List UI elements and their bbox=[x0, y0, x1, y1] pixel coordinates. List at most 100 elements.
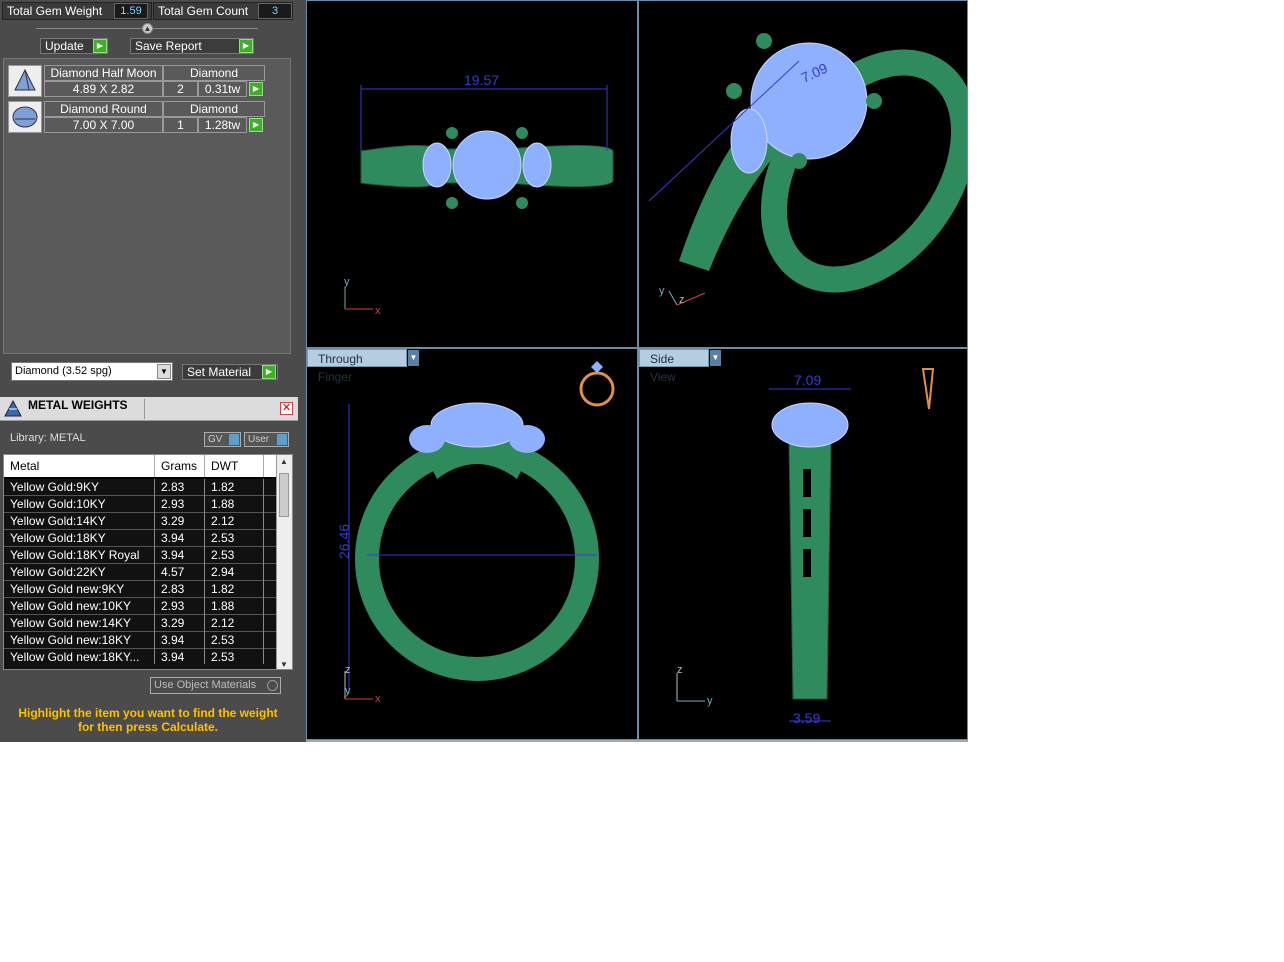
splitter[interactable] bbox=[298, 0, 306, 742]
metal-weights-header: METAL WEIGHTS bbox=[0, 397, 298, 421]
gem-weight[interactable]: 0.31tw bbox=[198, 81, 247, 97]
dwt-cell: 1.82 bbox=[205, 581, 264, 598]
dwt-cell: 2.53 bbox=[205, 547, 264, 564]
grams-cell: 4.57 bbox=[155, 564, 205, 581]
gem-play-icon[interactable]: ▶ bbox=[249, 118, 263, 132]
set-material-play-icon[interactable]: ▶ bbox=[262, 365, 276, 379]
round-gem-icon[interactable] bbox=[8, 101, 42, 133]
viewport-side[interactable]: 7.09 3.59 z y Side View ▼ bbox=[638, 348, 968, 740]
close-icon[interactable]: ✕ bbox=[280, 402, 293, 415]
table-header: Metal Grams DWT bbox=[4, 455, 276, 477]
axis-label: x bbox=[375, 305, 381, 317]
axis-label: z bbox=[679, 294, 685, 306]
table-row[interactable]: Yellow Gold:9KY 2.83 1.82 bbox=[4, 479, 276, 496]
total-gem-count-value: 3 bbox=[258, 3, 292, 19]
half-moon-gem-icon[interactable] bbox=[8, 65, 42, 97]
dwt-cell: 1.88 bbox=[205, 598, 264, 615]
grams-cell: 2.83 bbox=[155, 581, 205, 598]
gem-material[interactable]: Diamond bbox=[163, 65, 265, 81]
axis-label: y bbox=[707, 695, 713, 707]
use-object-materials-checkbox[interactable]: Use Object Materials bbox=[150, 677, 281, 694]
table-row[interactable]: Yellow Gold:18KY Royal 3.94 2.53 bbox=[4, 547, 276, 564]
view-label-side[interactable]: Side View bbox=[639, 349, 709, 384]
table-row[interactable]: Yellow Gold:18KY 3.94 2.53 bbox=[4, 530, 276, 547]
table-row[interactable]: Yellow Gold:22KY 4.57 2.94 bbox=[4, 564, 276, 581]
dwt-cell: 2.94 bbox=[205, 564, 264, 581]
scroll-thumb[interactable] bbox=[279, 473, 289, 517]
grams-cell: 3.94 bbox=[155, 632, 205, 649]
update-play-icon[interactable]: ▶ bbox=[93, 39, 107, 53]
table-row[interactable]: Yellow Gold new:14KY 3.29 2.12 bbox=[4, 615, 276, 632]
side-dimension-top: 7.09 bbox=[794, 372, 821, 388]
view-label-through-finger[interactable]: Through Finger bbox=[307, 349, 407, 384]
gem-size[interactable]: 4.89 X 2.82 bbox=[44, 81, 163, 97]
gem-material[interactable]: Diamond bbox=[163, 101, 265, 117]
header-divider bbox=[144, 399, 145, 419]
chevron-down-icon[interactable]: ▼ bbox=[408, 350, 419, 366]
perspective-view-render: 7.09 y z bbox=[648, 33, 967, 306]
material-select-value: Diamond (3.52 spg) bbox=[15, 365, 112, 377]
save-report-button[interactable]: Save Report bbox=[130, 38, 254, 54]
viewport-top[interactable]: 19.57 y x bbox=[306, 0, 638, 348]
gem-play-icon[interactable]: ▶ bbox=[249, 82, 263, 96]
chevron-down-icon[interactable]: ▼ bbox=[157, 364, 171, 379]
library-label: Library: METAL bbox=[10, 432, 86, 444]
user-label: User bbox=[248, 434, 270, 445]
scroll-down-icon[interactable]: ▼ bbox=[280, 660, 288, 669]
top-dimension: 19.57 bbox=[464, 72, 499, 88]
save-report-play-icon[interactable]: ▶ bbox=[239, 39, 253, 53]
update-label: Update bbox=[45, 39, 84, 53]
gem-name[interactable]: Diamond Half Moon bbox=[44, 65, 163, 81]
table-scrollbar[interactable]: ▲ ▼ bbox=[276, 455, 292, 669]
gem-name[interactable]: Diamond Round bbox=[44, 101, 163, 117]
gem-panel: Total Gem Weight 1.59 Total Gem Count 3 … bbox=[0, 0, 300, 742]
collapse-icon[interactable]: ▲ bbox=[142, 23, 153, 34]
front-view-render: 26.46 z y x bbox=[336, 361, 615, 705]
toggle-indicator-icon bbox=[277, 434, 287, 445]
metal-name-cell: Yellow Gold:14KY bbox=[4, 513, 155, 530]
gem-size[interactable]: 7.00 X 7.00 bbox=[44, 117, 163, 133]
scroll-up-icon[interactable]: ▲ bbox=[280, 457, 288, 466]
user-toggle[interactable]: User bbox=[244, 432, 289, 447]
column-header-dwt[interactable]: DWT bbox=[205, 455, 264, 477]
table-row[interactable]: Yellow Gold new:10KY 2.93 1.88 bbox=[4, 598, 276, 615]
table-row[interactable]: Yellow Gold new:9KY 2.83 1.82 bbox=[4, 581, 276, 598]
table-row[interactable]: Yellow Gold:10KY 2.93 1.88 bbox=[4, 496, 276, 513]
gv-toggle[interactable]: GV bbox=[204, 432, 241, 447]
metal-name-cell: Yellow Gold new:10KY bbox=[4, 598, 155, 615]
use-object-materials-label: Use Object Materials bbox=[154, 679, 257, 691]
radio-icon[interactable] bbox=[267, 680, 278, 691]
material-select[interactable]: Diamond (3.52 spg) ▼ bbox=[11, 362, 173, 381]
table-row[interactable]: Yellow Gold:14KY 3.29 2.12 bbox=[4, 513, 276, 530]
gv-label: GV bbox=[208, 434, 223, 445]
gem-weight[interactable]: 1.28tw bbox=[198, 117, 247, 133]
save-report-label: Save Report bbox=[135, 39, 202, 53]
total-gem-weight-value: 1.59 bbox=[114, 3, 148, 19]
gem-count[interactable]: 2 bbox=[163, 81, 198, 97]
grams-cell: 3.94 bbox=[155, 547, 205, 564]
gem-count[interactable]: 1 bbox=[163, 117, 198, 133]
viewport-perspective[interactable]: 7.09 y z bbox=[638, 0, 968, 348]
dwt-cell: 2.12 bbox=[205, 615, 264, 632]
column-header-metal[interactable]: Metal bbox=[4, 455, 155, 477]
grams-cell: 2.93 bbox=[155, 598, 205, 615]
axis-label: y bbox=[345, 685, 351, 697]
grams-cell: 3.94 bbox=[155, 530, 205, 547]
table-row-partial[interactable] bbox=[4, 664, 276, 669]
table-row[interactable]: Yellow Gold new:18KY 3.94 2.53 bbox=[4, 632, 276, 649]
metal-name-cell: Yellow Gold new:9KY bbox=[4, 581, 155, 598]
grams-cell: 3.29 bbox=[155, 513, 205, 530]
top-view-render: 19.57 y x bbox=[344, 72, 614, 317]
dwt-cell: 1.82 bbox=[205, 479, 264, 496]
axis-label: z bbox=[677, 664, 683, 676]
dwt-cell: 2.53 bbox=[205, 530, 264, 547]
metal-weights-title: METAL WEIGHTS bbox=[28, 398, 128, 412]
dwt-cell: 1.88 bbox=[205, 496, 264, 513]
column-header-grams[interactable]: Grams bbox=[155, 455, 205, 477]
viewport-bottom-border bbox=[306, 740, 968, 742]
viewport-through-finger[interactable]: 26.46 z y x Through Finger ▼ bbox=[306, 348, 638, 740]
metal-name-cell: Yellow Gold:18KY bbox=[4, 530, 155, 547]
chevron-down-icon[interactable]: ▼ bbox=[710, 350, 721, 366]
metal-name-cell: Yellow Gold:9KY bbox=[4, 479, 155, 496]
axis-label: y bbox=[659, 285, 665, 297]
